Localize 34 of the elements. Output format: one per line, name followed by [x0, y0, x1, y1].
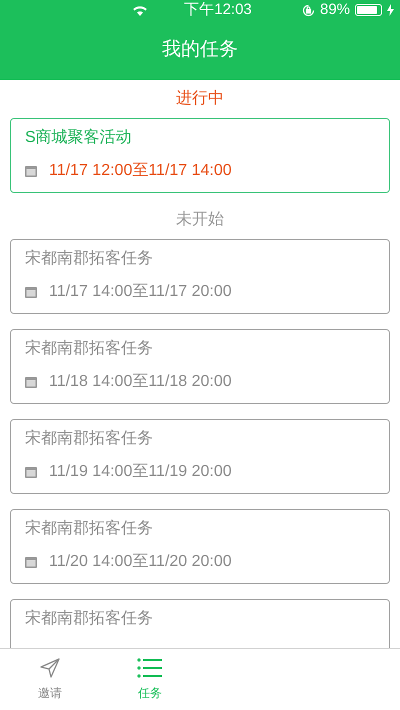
- task-time: 11/20 14:00至11/20 20:00: [49, 552, 232, 572]
- task-card[interactable]: 宋都南郡拓客任务 11/18 14:00至11/18 20:00: [10, 329, 390, 404]
- task-time: 11/17 12:00至11/17 14:00: [49, 161, 232, 181]
- task-time: 11/19 14:00至11/19 20:00: [49, 462, 232, 482]
- tab-item[interactable]: 任务: [100, 649, 200, 710]
- calendar-icon: [25, 556, 37, 568]
- charging-icon: [387, 4, 394, 16]
- calendar-icon: [25, 165, 37, 177]
- task-name: 宋都南郡拓客任务: [25, 338, 154, 359]
- send-icon: [39, 657, 61, 679]
- wifi-icon: [132, 4, 148, 16]
- task-name: 宋都南郡拓客任务: [25, 428, 154, 449]
- task-card[interactable]: 宋都南郡拓客任务 11/17 14:00至11/17 20:00: [10, 239, 390, 314]
- task-name: 宋都南郡拓客任务: [25, 608, 154, 629]
- tab-item[interactable]: 邀请: [0, 649, 100, 710]
- task-time: 11/18 14:00至11/18 20:00: [49, 372, 232, 392]
- page-title: 我的任务: [162, 38, 238, 62]
- task-card[interactable]: S商城聚客活动 11/17 12:00至11/17 14:00: [10, 118, 390, 193]
- list-icon: [137, 657, 163, 679]
- battery-percent: 89%: [320, 0, 350, 20]
- task-name: 宋都南郡拓客任务: [25, 518, 154, 539]
- section-heading: 进行中: [176, 88, 224, 109]
- calendar-icon: [25, 376, 37, 388]
- battery-icon: [355, 4, 382, 16]
- task-time: 11/17 14:00至11/17 20:00: [49, 282, 232, 302]
- task-card[interactable]: 宋都南郡拓客任务 11/19 14:00至11/19 20:00: [10, 419, 390, 494]
- calendar-icon: [25, 466, 37, 478]
- status-time: 下午12:03: [184, 0, 252, 20]
- task-name: S商城聚客活动: [25, 128, 133, 148]
- task-card[interactable]: 宋都南郡拓客任务 11/20 14:00至11/20 20:00: [10, 509, 390, 584]
- section-heading: 未开始: [176, 210, 224, 230]
- task-name: 宋都南郡拓客任务: [25, 248, 154, 269]
- calendar-icon: [25, 286, 37, 298]
- rotation-lock-icon: [302, 4, 315, 16]
